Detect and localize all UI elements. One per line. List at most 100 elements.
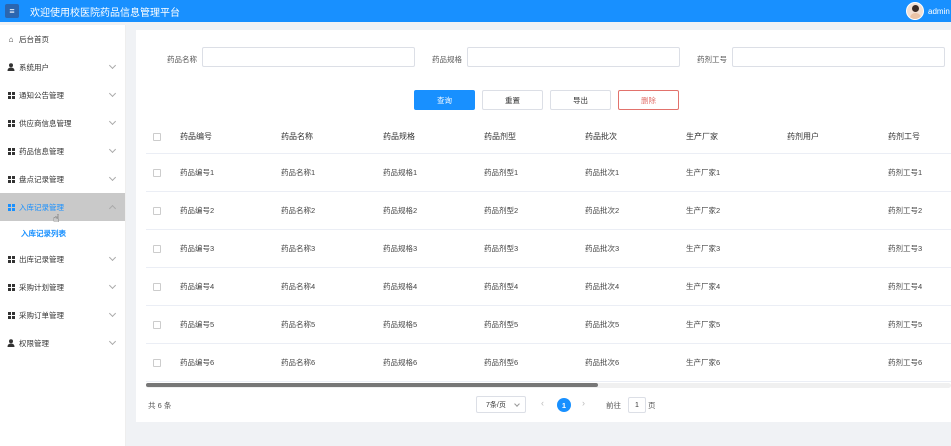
table-cell: 药品剂型2 — [484, 206, 519, 215]
sidebar-item-label: 盘点记录管理 — [19, 174, 64, 184]
query-button[interactable]: 查询 — [414, 90, 475, 110]
column-header[interactable]: 药品编号 — [180, 120, 212, 153]
table-cell: 药品编号3 — [180, 244, 215, 253]
table-cell: 生产厂家3 — [686, 244, 721, 253]
scrollbar-thumb[interactable] — [146, 383, 598, 387]
table-cell: 药品批次3 — [585, 244, 620, 253]
table-cell: 药品名称5 — [281, 320, 316, 329]
table-cell: 生产厂家4 — [686, 282, 721, 291]
chevron-down-icon — [108, 61, 117, 70]
sidebar-item-inventory[interactable]: 盘点记录管理 — [0, 165, 125, 193]
drug-spec-input[interactable] — [467, 47, 680, 67]
table-cell: 生产厂家5 — [686, 320, 721, 329]
page-size-select[interactable]: 7条/页 — [476, 396, 526, 413]
table-cell: 药品编号6 — [180, 358, 215, 367]
chevron-down-icon — [108, 117, 117, 126]
table-cell: 药品剂型6 — [484, 358, 519, 367]
table-cell: 药品批次6 — [585, 358, 620, 367]
top-bar: ≡ 欢迎使用校医院药品信息管理平台 admin — [0, 0, 951, 22]
column-header[interactable]: 生产厂家 — [686, 120, 718, 153]
column-header[interactable]: 药剂用户 — [787, 120, 819, 153]
chevron-down-icon — [108, 309, 117, 318]
sidebar-item-drugs[interactable]: 药品信息管理 — [0, 137, 125, 165]
table-cell: 药品批次5 — [585, 320, 620, 329]
user-icon — [7, 63, 15, 71]
drug-name-input[interactable] — [202, 47, 415, 67]
sidebar-item-notices[interactable]: 通知公告管理 — [0, 81, 125, 109]
sidebar-item-label: 出库记录管理 — [19, 254, 64, 264]
sidebar-subitem-stock-in-list[interactable]: 入库记录列表 — [0, 221, 125, 245]
row-checkbox[interactable] — [153, 244, 161, 253]
sidebar: ⌂ 后台首页 系统用户 通知公告管理 供应商信息管理 药品信息管理 盘点记录管理… — [0, 25, 126, 446]
grid-icon — [7, 175, 15, 183]
horizontal-scrollbar[interactable] — [146, 383, 951, 388]
delete-button[interactable]: 删除 — [618, 90, 679, 110]
table-cell: 药品规格6 — [383, 358, 418, 367]
table-cell: 生产厂家6 — [686, 358, 721, 367]
sidebar-item-stock-out[interactable]: 出库记录管理 — [0, 245, 125, 273]
column-header[interactable]: 药品批次 — [585, 120, 617, 153]
staff-id-input[interactable] — [732, 47, 945, 67]
column-header[interactable]: 药品名称 — [281, 120, 313, 153]
table-cell: 药品剂型3 — [484, 244, 519, 253]
sidebar-item-stock-in[interactable]: 入库记录管理 — [0, 193, 125, 221]
column-header[interactable]: 药品规格 — [383, 120, 415, 153]
table-row[interactable]: 药品编号5 药品名称5 药品规格5 药品剂型5 药品批次5 生产厂家5 药剂工号… — [146, 306, 951, 344]
sidebar-item-suppliers[interactable]: 供应商信息管理 — [0, 109, 125, 137]
table-row[interactable]: 药品编号2 药品名称2 药品规格2 药品剂型2 药品批次2 生产厂家2 药剂工号… — [146, 192, 951, 230]
row-checkbox[interactable] — [153, 168, 161, 177]
goto-page-input[interactable]: 1 — [628, 397, 646, 413]
table-cell: 药品名称4 — [281, 282, 316, 291]
table-cell: 药品规格3 — [383, 244, 418, 253]
username[interactable]: admin — [928, 7, 951, 16]
page-size-value: 7条/页 — [486, 401, 506, 409]
table-cell: 药剂工号4 — [888, 282, 923, 291]
sidebar-item-home[interactable]: ⌂ 后台首页 — [0, 25, 125, 53]
sidebar-item-label: 系统用户 — [19, 62, 49, 72]
row-checkbox[interactable] — [153, 358, 161, 367]
column-header[interactable]: 药品剂型 — [484, 120, 516, 153]
hamburger-icon[interactable]: ≡ — [5, 4, 19, 18]
export-button[interactable]: 导出 — [550, 90, 611, 110]
staff-id-label: 药剂工号 — [697, 55, 727, 64]
sidebar-item-purchase-plan[interactable]: 采购计划管理 — [0, 273, 125, 301]
table-cell: 药剂工号1 — [888, 168, 923, 177]
page-number-current[interactable]: 1 — [557, 398, 571, 412]
user-menu[interactable]: admin — [906, 0, 951, 22]
page-suffix-label: 页 — [648, 401, 656, 410]
table-cell: 药品规格4 — [383, 282, 418, 291]
row-checkbox[interactable] — [153, 206, 161, 215]
chevron-down-icon — [108, 173, 117, 182]
sidebar-item-label: 权限管理 — [19, 338, 49, 348]
prev-page-icon[interactable]: ‹ — [541, 398, 544, 408]
sidebar-item-users[interactable]: 系统用户 — [0, 53, 125, 81]
table-row[interactable]: 药品编号6 药品名称6 药品规格6 药品剂型6 药品批次6 生产厂家6 药剂工号… — [146, 344, 951, 382]
select-all-checkbox[interactable] — [153, 132, 161, 141]
grid-icon — [7, 283, 15, 291]
table-cell: 药品编号2 — [180, 206, 215, 215]
sidebar-item-permissions[interactable]: 权限管理 — [0, 329, 125, 357]
next-page-icon[interactable]: › — [582, 398, 585, 408]
sidebar-item-label: 供应商信息管理 — [19, 118, 72, 128]
table-cell: 药品编号4 — [180, 282, 215, 291]
table-row[interactable]: 药品编号4 药品名称4 药品规格4 药品剂型4 药品批次4 生产厂家4 药剂工号… — [146, 268, 951, 306]
reset-button[interactable]: 重置 — [482, 90, 543, 110]
table-cell: 药品规格5 — [383, 320, 418, 329]
sidebar-item-label: 采购计划管理 — [19, 282, 64, 292]
drug-name-label: 药品名称 — [167, 55, 197, 64]
app-title: 欢迎使用校医院药品信息管理平台 — [30, 7, 180, 19]
table-cell: 药品剂型5 — [484, 320, 519, 329]
row-checkbox[interactable] — [153, 320, 161, 329]
chevron-down-icon — [108, 89, 117, 98]
grid-icon — [7, 147, 15, 155]
table-cell: 药品名称6 — [281, 358, 316, 367]
table-cell: 药剂工号6 — [888, 358, 923, 367]
table-cell: 药剂工号2 — [888, 206, 923, 215]
table-row[interactable]: 药品编号1 药品名称1 药品规格1 药品剂型1 药品批次1 生产厂家1 药剂工号… — [146, 154, 951, 192]
row-checkbox[interactable] — [153, 282, 161, 291]
avatar[interactable] — [906, 2, 924, 20]
sidebar-item-purchase-order[interactable]: 采购订单管理 — [0, 301, 125, 329]
column-header[interactable]: 药剂工号 — [888, 120, 920, 153]
table-row[interactable]: 药品编号3 药品名称3 药品规格3 药品剂型3 药品批次3 生产厂家3 药剂工号… — [146, 230, 951, 268]
grid-icon — [7, 119, 15, 127]
